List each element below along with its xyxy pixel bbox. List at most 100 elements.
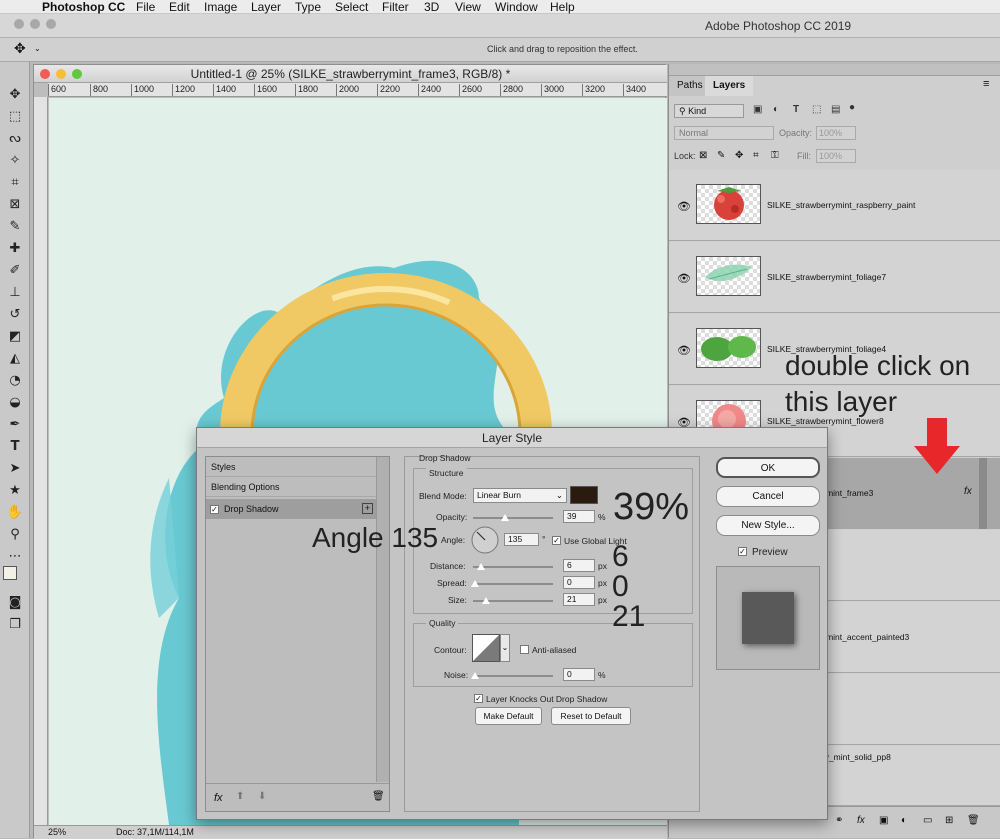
menu-select[interactable]: Select [335,0,368,14]
filter-type-icon[interactable]: T [793,104,799,115]
zoom-level[interactable]: 25% [48,826,66,839]
reset-default-button[interactable]: Reset to Default [551,707,631,725]
new-layer-icon[interactable]: ⊞ [945,815,953,826]
panel-menu-icon[interactable]: ≡ [983,78,989,90]
tab-layers[interactable]: Layers [705,76,754,96]
menu-layer[interactable]: Layer [251,0,281,14]
opacity-slider[interactable] [473,517,553,519]
move-tool-icon[interactable]: ✥ [6,86,24,104]
filter-toggle-icon[interactable]: ● [849,102,855,113]
distance-slider-knob[interactable] [477,563,485,570]
move-down-icon[interactable]: ⬇ [258,791,266,802]
spread-slider-knob[interactable] [471,580,479,587]
anti-aliased-checkbox[interactable] [520,645,529,654]
delete-layer-icon[interactable]: 🗑 [967,815,980,826]
blend-mode-select[interactable]: Linear Burn ⌄ [473,488,567,503]
menu-type[interactable]: Type [295,0,321,14]
more-tools-icon[interactable]: ⋯ [6,548,24,566]
lock-pixels-icon[interactable]: ✎ [717,150,725,161]
screen-mode-icon[interactable]: ❐ [6,616,24,634]
blur-tool-icon[interactable]: ◔ [6,372,24,390]
brush-tool-icon[interactable]: ✐ [6,262,24,280]
window-zoom-button[interactable] [46,19,56,29]
angle-input[interactable]: 135 [504,533,539,546]
menu-window[interactable]: Window [495,0,538,14]
menu-3d[interactable]: 3D [424,0,439,14]
lock-all-icon[interactable]: ⚿ [771,150,779,161]
healing-brush-icon[interactable]: ✚ [6,240,24,258]
spread-slider[interactable] [473,583,553,585]
menu-filter[interactable]: Filter [382,0,409,14]
visibility-eye-icon[interactable]: 👁 [677,344,691,357]
add-mask-icon[interactable]: ▣ [879,815,888,826]
delete-effect-icon[interactable]: 🗑 [372,791,385,802]
menu-view[interactable]: View [455,0,481,14]
doc-close-button[interactable] [40,69,50,79]
size-slider-knob[interactable] [482,597,490,604]
drop-shadow-checkbox[interactable]: ✓ [210,505,219,514]
cancel-button[interactable]: Cancel [716,486,820,507]
distance-input[interactable]: 6 [563,559,595,572]
noise-slider-knob[interactable] [471,672,479,679]
move-tool-icon[interactable]: ✥ [14,41,26,57]
add-style-icon[interactable]: fx [857,815,865,826]
layer-filter-select[interactable]: ⚲ Kind [674,104,744,118]
shadow-color-swatch[interactable] [570,486,598,504]
type-tool-icon[interactable]: T [6,438,24,456]
hand-tool-icon[interactable]: ✋ [6,504,24,522]
frame-tool-icon[interactable]: ⊠ [6,196,24,214]
marquee-tool-icon[interactable]: ⬚ [6,108,24,126]
layer-opacity-input[interactable]: 100% [816,126,856,140]
quick-mask-icon[interactable]: ◙ [6,594,24,612]
lock-position-icon[interactable]: ✥ [735,150,743,161]
noise-input[interactable]: 0 [563,668,595,681]
drop-shadow-item[interactable]: Drop Shadow [206,499,376,519]
crop-tool-icon[interactable]: ⌗ [6,174,24,192]
layer-row[interactable]: 👁 SILKE_strawberrymint_foliage7 [669,242,1000,313]
history-brush-icon[interactable]: ↺ [6,306,24,324]
styles-scrollbar[interactable] [376,457,389,782]
distance-slider[interactable] [473,566,553,568]
lasso-tool-icon[interactable]: ᔓ [6,130,24,148]
filter-adjustment-icon[interactable]: ◐ [773,104,779,115]
link-layers-icon[interactable]: ⚭ [835,815,843,826]
eyedropper-icon[interactable]: ✎ [6,218,24,236]
menu-image[interactable]: Image [204,0,237,14]
menu-help[interactable]: Help [550,0,575,14]
doc-minimize-button[interactable] [56,69,66,79]
adjustment-layer-icon[interactable]: ◐ [901,815,907,826]
pen-tool-icon[interactable]: ✒ [6,416,24,434]
chevron-down-icon[interactable]: ⌄ [500,634,510,662]
layer-row[interactable]: 👁 SILKE_strawberrymint_raspberry_paint [669,170,1000,241]
layer-fx-icon[interactable]: fx [964,486,972,497]
new-style-button[interactable]: New Style... [716,515,820,536]
spread-input[interactable]: 0 [563,576,595,589]
blending-options-item[interactable]: Blending Options [206,477,376,497]
window-minimize-button[interactable] [30,19,40,29]
filter-smart-object-icon[interactable]: ▤ [831,104,840,115]
window-close-button[interactable] [14,19,24,29]
menu-file[interactable]: File [136,0,155,14]
blend-mode-select[interactable]: Normal [674,126,774,140]
opacity-input[interactable]: 39 [563,510,595,523]
contour-preview[interactable] [472,634,500,662]
panel-scrollbar-thumb[interactable] [979,458,987,529]
angle-dial[interactable] [470,525,500,555]
path-selection-icon[interactable]: ➤ [6,460,24,478]
lock-artboard-icon[interactable]: ⌗ [753,150,759,161]
make-default-button[interactable]: Make Default [475,707,542,725]
menu-edit[interactable]: Edit [169,0,190,14]
move-up-icon[interactable]: ⬆ [236,791,244,802]
stamp-tool-icon[interactable]: ⊥ [6,284,24,302]
global-light-checkbox[interactable]: ✓ [552,536,561,545]
paint-bucket-icon[interactable]: ◭ [6,350,24,368]
noise-slider[interactable] [473,675,553,677]
doc-size-info[interactable]: Doc: 37,1M/114,1M [116,826,194,839]
shape-tool-icon[interactable]: ★ [6,482,24,500]
eraser-tool-icon[interactable]: ◩ [6,328,24,346]
visibility-eye-icon[interactable]: 👁 [677,272,691,285]
foreground-color-swatch[interactable] [3,566,17,580]
filter-shape-icon[interactable]: ⬚ [812,104,821,115]
fx-menu-icon[interactable]: fx [214,792,223,804]
size-input[interactable]: 21 [563,593,595,606]
